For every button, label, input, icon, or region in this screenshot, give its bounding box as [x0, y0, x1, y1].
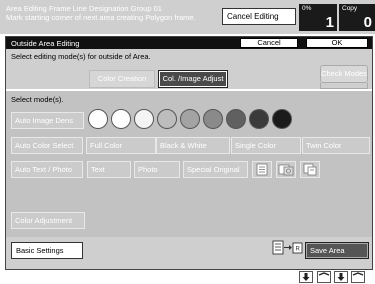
twin-color-button[interactable]: Twin Color	[302, 137, 370, 154]
status-message: Area Editing Frame Line Designation Grou…	[6, 4, 196, 22]
status-line-1: Area Editing Frame Line Designation Grou…	[6, 4, 162, 13]
auto-text-photo-button[interactable]: Auto Text / Photo	[11, 161, 83, 178]
up-arrow-icon	[352, 272, 364, 276]
text-mode-icon-button[interactable]	[252, 161, 272, 178]
single-color-button[interactable]: Single Color	[231, 137, 301, 154]
photo-mode-button[interactable]: Photo	[134, 161, 180, 178]
up-arrow-icon	[318, 272, 330, 276]
density-level-3[interactable]	[134, 109, 154, 129]
reduction-label: 0%	[302, 5, 312, 12]
dialog-cancel-button[interactable]: Cancel	[240, 38, 298, 48]
density-level-8[interactable]	[249, 109, 269, 129]
down-arrow-icon	[337, 273, 345, 281]
tab-col-image-adjust[interactable]: Col. /Image Adjust	[158, 70, 228, 88]
check-modes-button[interactable]: Check Modes	[320, 65, 368, 83]
map-mode-icon	[303, 163, 317, 176]
density-level-2[interactable]	[111, 109, 131, 129]
full-color-button[interactable]: Full Color	[86, 137, 156, 154]
outside-area-editing-dialog: Outside Area Editing Cancel OK Select ed…	[5, 36, 373, 270]
density-level-6[interactable]	[203, 109, 223, 129]
auto-image-density-button[interactable]: Auto Image Dens	[11, 112, 84, 129]
density-level-5[interactable]	[180, 109, 200, 129]
special-original-button[interactable]: Special Original	[183, 161, 248, 178]
status-line-2: Mark starting corner of next area creati…	[6, 13, 196, 22]
cancel-editing-button[interactable]: Cancel Editing	[222, 8, 296, 25]
photo-mode-icon-button[interactable]	[276, 161, 296, 178]
density-level-4[interactable]	[157, 109, 177, 129]
density-level-9[interactable]	[272, 109, 292, 129]
dialog-header: Outside Area Editing Cancel OK	[6, 37, 372, 49]
photo-mode-icon	[278, 164, 294, 176]
copy-value: 0	[363, 14, 372, 31]
svg-text:R: R	[296, 247, 301, 253]
status-bar: Area Editing Frame Line Designation Grou…	[0, 0, 375, 34]
dialog-instruction: Select editing mode(s) for outside of Ar…	[11, 52, 151, 61]
reduction-value: 1	[325, 14, 334, 31]
basic-settings-button[interactable]: Basic Settings	[11, 242, 83, 259]
save-area-button[interactable]: Save Area	[305, 242, 369, 259]
auto-color-select-button[interactable]: Auto Color Select	[11, 137, 83, 154]
black-and-white-button[interactable]: Black & White	[156, 137, 230, 154]
mode-panel: Select mode(s). Auto Image Dens Auto Col…	[6, 89, 372, 237]
color-adjustment-button[interactable]: Color Adjustment	[11, 212, 85, 229]
dialog-ok-button[interactable]: OK	[306, 38, 368, 48]
copy-counter: Copy 0	[339, 4, 375, 31]
copy-to-memory-icon: R	[272, 240, 303, 255]
map-mode-icon-button[interactable]	[300, 161, 320, 178]
scroll-up-button[interactable]	[317, 271, 331, 283]
density-level-1[interactable]	[88, 109, 108, 129]
down-arrow-icon	[302, 273, 310, 281]
text-mode-button[interactable]: Text	[87, 161, 131, 178]
select-modes-label: Select mode(s).	[11, 95, 64, 104]
scroll-down-button[interactable]	[299, 271, 313, 283]
copy-label: Copy	[342, 5, 358, 12]
page-up-button[interactable]	[351, 271, 365, 283]
tab-color-creation[interactable]: Color Creation	[89, 70, 155, 88]
text-mode-icon	[256, 163, 268, 176]
dialog-title: Outside Area Editing	[11, 39, 80, 48]
density-level-7[interactable]	[226, 109, 246, 129]
reduction-counter: 0% 1	[299, 4, 337, 31]
page-down-button[interactable]	[334, 271, 348, 283]
